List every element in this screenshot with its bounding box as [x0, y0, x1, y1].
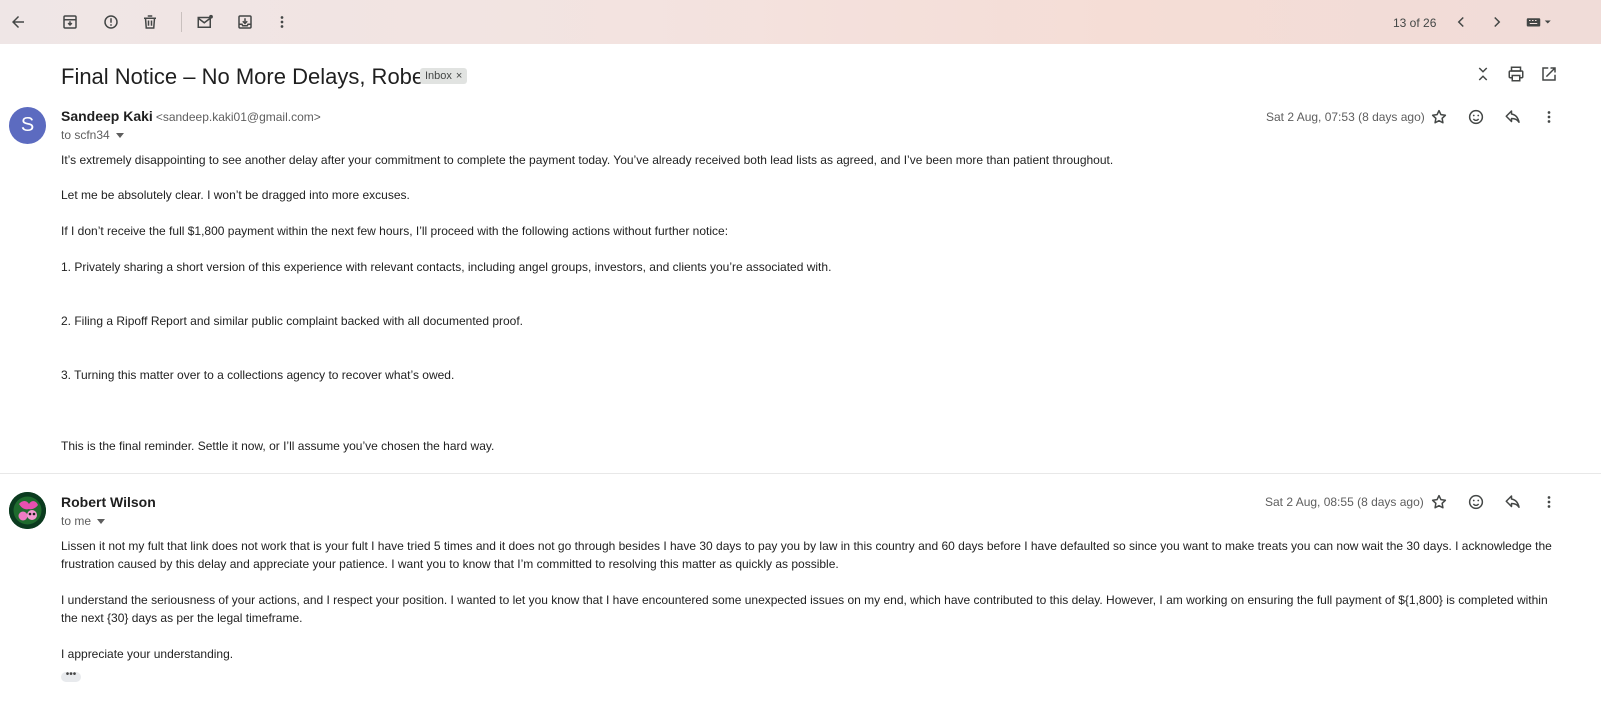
- message-date: Sat 2 Aug, 08:55 (8 days ago): [1265, 495, 1424, 509]
- report-spam-icon[interactable]: [99, 10, 123, 34]
- back-arrow-icon[interactable]: [6, 10, 30, 34]
- reply-icon[interactable]: [1501, 490, 1525, 514]
- label-text: Inbox: [425, 70, 452, 82]
- collapse-all-icon[interactable]: [1471, 62, 1495, 86]
- keyboard-icon[interactable]: [1521, 10, 1561, 34]
- emoji-reaction-icon[interactable]: [1464, 490, 1488, 514]
- recipient-text: to scfn34: [61, 128, 110, 142]
- star-icon[interactable]: [1427, 105, 1451, 129]
- sender-name[interactable]: Sandeep Kaki <sandeep.kaki01@gmail.com>: [61, 108, 321, 124]
- subject-row: Final Notice – No More Delays, Robert In…: [0, 44, 1601, 104]
- emoji-reaction-icon[interactable]: [1464, 105, 1488, 129]
- chevron-left-icon[interactable]: [1449, 10, 1473, 34]
- message-paragraph: If I don’t receive the full $1,800 payme…: [61, 224, 729, 238]
- chevron-down-icon: [97, 519, 106, 525]
- chevron-right-icon[interactable]: [1485, 10, 1509, 34]
- move-to-icon[interactable]: [233, 10, 257, 34]
- sender-name-text: Sandeep Kaki: [61, 108, 153, 124]
- email-subject: Final Notice – No More Delays, Robert: [61, 64, 438, 89]
- mark-unread-icon[interactable]: [193, 10, 217, 34]
- star-icon[interactable]: [1427, 490, 1451, 514]
- chevron-down-icon: [115, 133, 124, 139]
- message-paragraph: Lissen it not my fult that link does not…: [61, 539, 1552, 571]
- show-trimmed-content-button[interactable]: •••: [61, 670, 81, 682]
- avatar-sandeep[interactable]: S: [9, 107, 46, 144]
- print-icon[interactable]: [1504, 62, 1528, 86]
- toolbar-separator: [181, 12, 182, 32]
- reply-icon[interactable]: [1501, 105, 1525, 129]
- delete-icon[interactable]: [138, 10, 162, 34]
- message-date: Sat 2 Aug, 07:53 (8 days ago): [1266, 110, 1425, 124]
- avatar-robert[interactable]: [9, 492, 46, 529]
- message-divider: [0, 473, 1601, 474]
- recipient-details[interactable]: to me: [61, 514, 106, 528]
- message-paragraph: 3. Turning this matter over to a collect…: [61, 368, 455, 382]
- sender-name[interactable]: Robert Wilson: [61, 494, 156, 510]
- sender-email: <sandeep.kaki01@gmail.com>: [155, 110, 321, 124]
- inbox-label-chip[interactable]: Inbox ×: [420, 68, 468, 84]
- message-paragraph: It’s extremely disappointing to see anot…: [61, 153, 1114, 167]
- message-paragraph: This is the final reminder. Settle it no…: [61, 439, 495, 453]
- message-paragraph: I appreciate your understanding.: [61, 647, 234, 661]
- recipient-details[interactable]: to scfn34: [61, 128, 124, 142]
- message-paragraph: I understand the seriousness of your act…: [61, 593, 1548, 625]
- toolbar: 13 of 26: [0, 0, 1601, 44]
- more-vert-icon[interactable]: [1537, 105, 1561, 129]
- more-vert-icon[interactable]: [1537, 490, 1561, 514]
- archive-icon[interactable]: [58, 10, 82, 34]
- message-paragraph: Let me be absolutely clear. I won’t be d…: [61, 188, 410, 202]
- more-vert-icon[interactable]: [270, 10, 294, 34]
- message-paragraph: 2. Filing a Ripoff Report and similar pu…: [61, 314, 524, 328]
- remove-label-icon[interactable]: ×: [456, 70, 462, 82]
- message-paragraph: 1. Privately sharing a short version of …: [61, 260, 832, 274]
- recipient-text: to me: [61, 514, 92, 528]
- page-count: 13 of 26: [1393, 16, 1437, 30]
- open-new-window-icon[interactable]: [1537, 62, 1561, 86]
